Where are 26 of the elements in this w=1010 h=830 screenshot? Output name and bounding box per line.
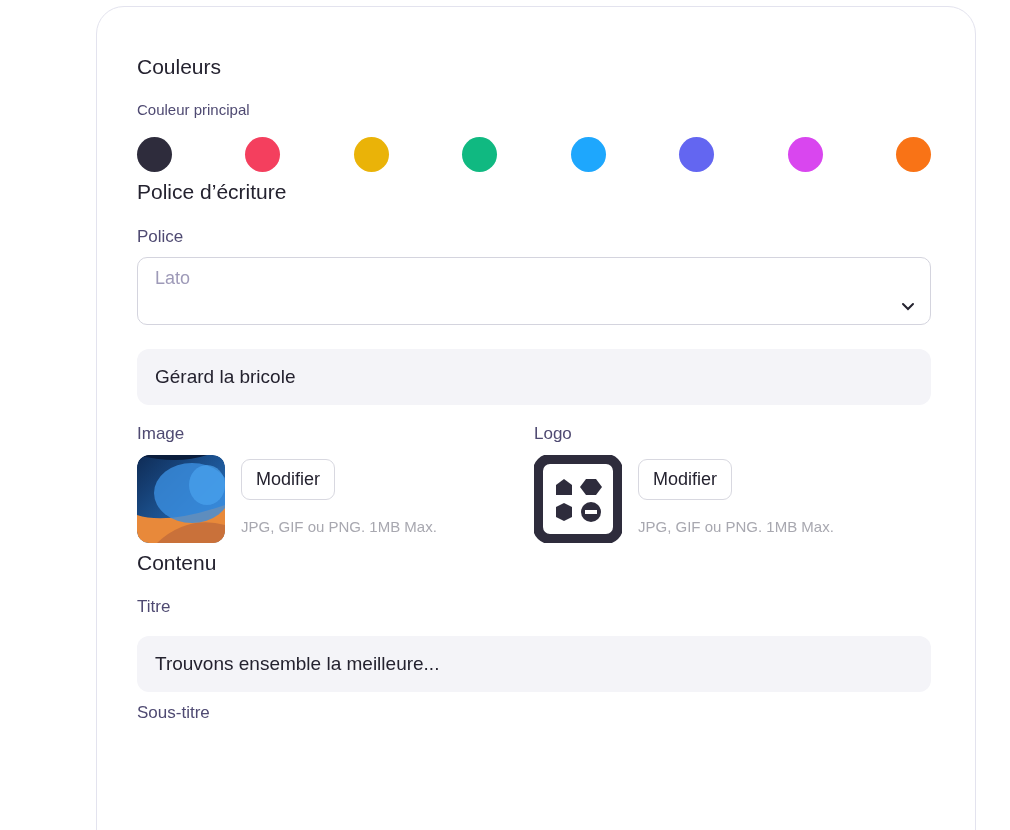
- field-label: Logo: [534, 423, 573, 445]
- field-label: Image: [137, 423, 186, 445]
- field-label: Couleur principal: [137, 99, 251, 120]
- color-swatch[interactable]: [679, 137, 715, 172]
- color-swatch[interactable]: [353, 137, 389, 172]
- section-title: Couleurs: [137, 54, 223, 80]
- file-hint: JPG, GIF ou PNG. 1MB Max.: [638, 516, 834, 537]
- title-field[interactable]: Trouvons ensemble la meilleure...: [137, 635, 931, 692]
- color-swatch[interactable]: [245, 137, 281, 172]
- field-label: Sous-titre: [137, 701, 211, 724]
- file-hint: JPG, GIF ou PNG. 1MB Max.: [241, 516, 437, 537]
- color-swatch[interactable]: [137, 137, 172, 172]
- section-title: Contenu: [137, 549, 218, 576]
- color-swatch[interactable]: [895, 137, 931, 172]
- modify-button[interactable]: Modifier: [241, 458, 336, 500]
- font-select[interactable]: Lato: [137, 257, 931, 325]
- logo-icon: [534, 454, 622, 543]
- color-swatch[interactable]: [462, 137, 498, 172]
- section-title: Police d’écriture: [137, 179, 288, 205]
- color-swatch[interactable]: [787, 137, 823, 172]
- modify-button[interactable]: Modifier: [638, 458, 733, 500]
- color-swatch[interactable]: [570, 137, 606, 172]
- name-field[interactable]: Gérard la bricole: [137, 349, 931, 405]
- chevron-down-icon: [901, 302, 915, 311]
- field-label: Titre: [137, 596, 172, 618]
- field-label: Police: [137, 225, 185, 248]
